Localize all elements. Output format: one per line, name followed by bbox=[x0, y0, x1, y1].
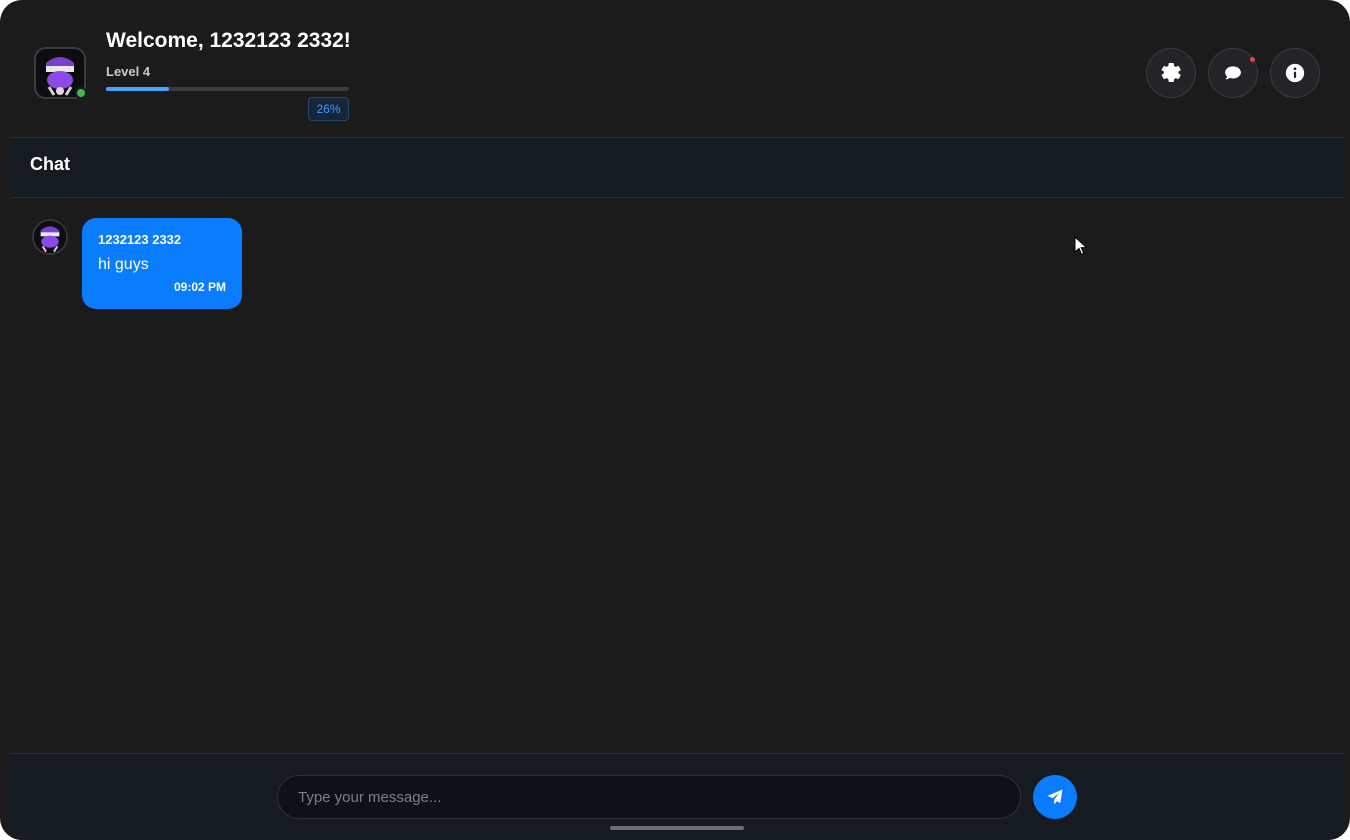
message-composer bbox=[10, 753, 1344, 840]
settings-button[interactable] bbox=[1146, 48, 1196, 98]
message-text: hi guys bbox=[98, 256, 149, 273]
avatar-image bbox=[34, 221, 66, 253]
header: Welcome, 1232123 2332! Level 4 26% bbox=[10, 0, 1344, 138]
level-label: Level 4 bbox=[106, 64, 151, 79]
home-indicator bbox=[610, 826, 744, 830]
avatar[interactable] bbox=[34, 47, 87, 99]
message-input[interactable] bbox=[277, 775, 1021, 819]
paper-plane-icon bbox=[1047, 789, 1063, 805]
gear-icon bbox=[1161, 63, 1181, 82]
xp-progress-bar bbox=[106, 87, 349, 91]
online-status-dot bbox=[75, 87, 87, 99]
send-button[interactable] bbox=[1033, 775, 1077, 819]
xp-progress-fill bbox=[106, 87, 170, 91]
notification-dot bbox=[1250, 57, 1255, 62]
chat-toggle-button[interactable] bbox=[1208, 48, 1258, 98]
message-author: 1232123 2332 bbox=[98, 232, 182, 247]
xp-percent-badge: 26% bbox=[308, 97, 349, 121]
message-avatar bbox=[32, 219, 68, 255]
chat-title: Chat bbox=[30, 154, 70, 174]
app-window: Welcome, 1232123 2332! Level 4 26% Chat bbox=[0, 0, 1350, 840]
chat-header: Chat bbox=[10, 138, 1344, 198]
message-bubble: 1232123 2332 hi guys 09:02 PM bbox=[82, 218, 242, 309]
mouse-cursor-icon bbox=[1074, 235, 1088, 261]
message-time: 09:02 PM bbox=[173, 280, 226, 294]
info-button[interactable] bbox=[1270, 48, 1320, 98]
welcome-title: Welcome, 1232123 2332! bbox=[106, 29, 351, 52]
info-icon bbox=[1285, 63, 1305, 83]
chat-bubble-icon bbox=[1225, 66, 1241, 80]
